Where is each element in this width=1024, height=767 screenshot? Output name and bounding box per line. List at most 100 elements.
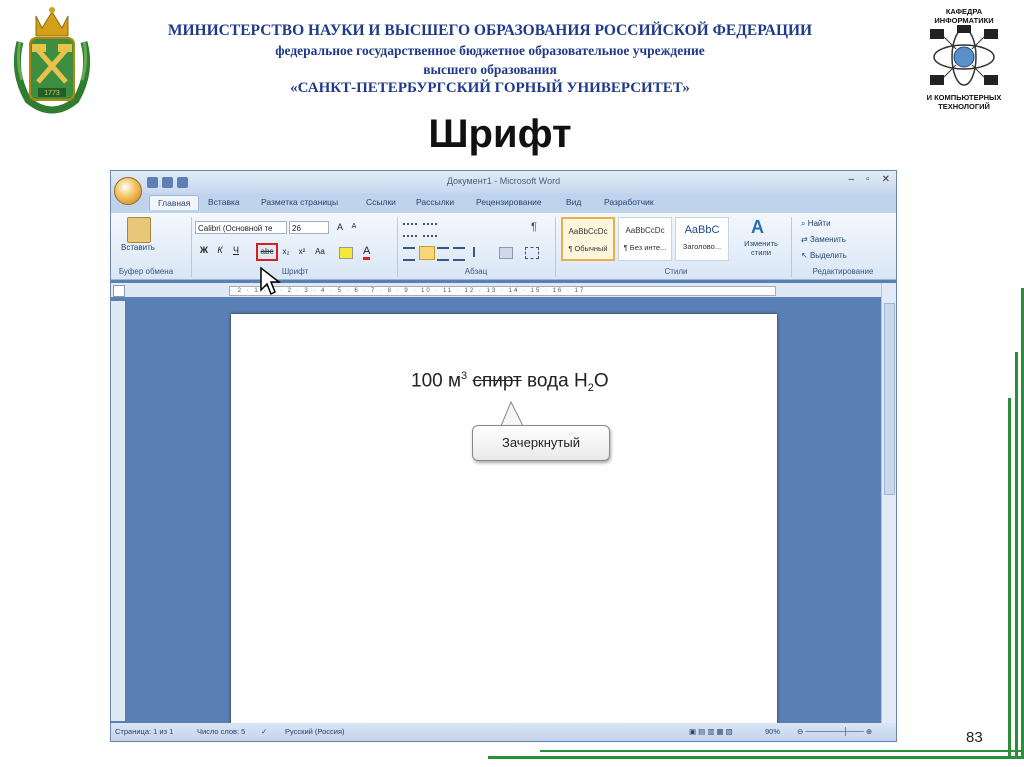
status-page[interactable]: Страница: 1 из 1: [115, 727, 173, 736]
binoculars-icon: ⌕: [801, 219, 808, 228]
department-logo: КАФЕДРА ИНФОРМАТИКИ И КОМПЬЮТЕРНЫХ ТЕХНО…: [918, 5, 1010, 115]
style-no-spacing-preview: AaBbCcDc: [625, 226, 665, 235]
ruler-scale: · 2 · 1 · 1 · 2 · 3 · 4 · 5 · 6 · 7 · 8 …: [229, 286, 776, 296]
editing-group-label: Редактирование: [812, 267, 874, 276]
borders-icon[interactable]: [525, 247, 539, 259]
slide-page-number: 83: [966, 729, 983, 746]
styles-group-label: Стили: [664, 267, 688, 276]
select-button[interactable]: ↖ Выделить: [801, 251, 847, 260]
grow-font-button[interactable]: A: [333, 220, 347, 234]
education-level: высшего образования: [423, 62, 557, 77]
tab-view[interactable]: Вид: [566, 197, 581, 207]
tab-developer[interactable]: Разработчик: [604, 197, 654, 207]
align-right-icon[interactable]: [437, 247, 449, 261]
select-label: Выделить: [809, 251, 847, 260]
zoom-slider[interactable]: ⊖ ───────┼─── ⊕: [797, 727, 872, 736]
justify-icon[interactable]: [453, 247, 465, 261]
underline-button[interactable]: Ч: [229, 243, 243, 257]
strikethrough-label: abc: [260, 247, 274, 256]
style-heading-preview: AaBbC: [684, 224, 720, 236]
slide-title: Шрифт: [428, 112, 572, 156]
style-heading[interactable]: AaBbC Заголово...: [675, 217, 729, 261]
replace-icon: ⇄: [801, 235, 810, 244]
find-button[interactable]: ⌕ Найти: [801, 219, 831, 229]
horizontal-ruler[interactable]: · 2 · 1 · 1 · 2 · 3 · 4 · 5 · 6 · 7 · 8 …: [111, 283, 896, 297]
office-button[interactable]: [114, 177, 142, 205]
word-window: Документ1 - Microsoft Word – ▫ ✕ Главная…: [110, 170, 897, 742]
line-spacing-icon[interactable]: [473, 247, 489, 257]
ribbon-tabs: Главная Вставка Разметка страницы Ссылки…: [111, 193, 896, 213]
italic-button[interactable]: К: [213, 243, 227, 257]
emblem-year: 1773: [44, 90, 60, 97]
font-size-combo[interactable]: 26: [289, 221, 329, 234]
style-no-spacing-name: ¶ Без инте...: [623, 243, 667, 252]
numbering-icon[interactable]: [423, 223, 437, 237]
bullets-icon[interactable]: [403, 223, 417, 237]
tab-review[interactable]: Рецензирование: [476, 197, 542, 207]
bold-button[interactable]: Ж: [197, 243, 211, 257]
ministry-heading: МИНИСТЕРСТВО НАУКИ И ВЫСШЕГО ОБРАЗОВАНИЯ…: [167, 22, 813, 39]
vertical-scrollbar[interactable]: [881, 283, 896, 723]
maximize-icon[interactable]: ▫: [866, 174, 870, 185]
doc-text-water: вода Н: [527, 370, 588, 392]
find-label: Найти: [807, 219, 831, 228]
document-text: 100 м3 спирт вода Н2О: [411, 370, 609, 394]
font-group-label: Шрифт: [281, 267, 309, 276]
zoom-level[interactable]: 90%: [765, 727, 780, 736]
font-color-icon[interactable]: A: [363, 246, 371, 260]
ruler-tab-selector[interactable]: [113, 285, 125, 297]
paste-button[interactable]: Вставить: [121, 243, 155, 252]
tab-mailings[interactable]: Рассылки: [416, 197, 454, 207]
style-no-spacing[interactable]: AaBbCcDc ¶ Без инте...: [618, 217, 672, 261]
tab-references[interactable]: Ссылки: [366, 197, 396, 207]
status-language[interactable]: Русский (Россия): [285, 727, 345, 736]
view-buttons[interactable]: ▣ ▤ ▥ ▦ ▧: [689, 727, 733, 736]
style-normal-name: ¶ Обычный: [568, 244, 608, 253]
superscript-button[interactable]: x²: [295, 245, 309, 259]
close-icon[interactable]: ✕: [882, 174, 890, 185]
style-normal[interactable]: AaBbCcDc ¶ Обычный: [561, 217, 615, 261]
document-page[interactable]: 100 м3 спирт вода Н2О Зачеркнутый: [231, 314, 777, 734]
show-marks-icon[interactable]: ¶: [531, 221, 537, 233]
align-center-icon[interactable]: [419, 246, 435, 260]
word-titlebar: Документ1 - Microsoft Word – ▫ ✕: [111, 171, 896, 193]
font-name-combo[interactable]: Calibri (Основной те: [195, 221, 287, 234]
callout-pointer: [500, 400, 524, 426]
subscript-button[interactable]: x₂: [279, 245, 293, 259]
shrink-font-button[interactable]: A: [347, 220, 361, 234]
status-bar: Страница: 1 из 1 Число слов: 5 ✓ Русский…: [111, 723, 896, 741]
department-logo-bottom-text: И КОМПЬЮТЕРНЫХ ТЕХНОЛОГИЙ: [926, 93, 1002, 111]
paste-icon[interactable]: [127, 217, 151, 243]
doc-text-strikethrough: спирт: [472, 370, 522, 392]
ribbon: Вставить Буфер обмена Calibri (Основной …: [111, 213, 896, 280]
change-case-button[interactable]: Aa: [313, 245, 327, 259]
window-controls: – ▫ ✕: [849, 174, 891, 185]
tab-insert[interactable]: Вставка: [208, 197, 240, 207]
spellcheck-icon[interactable]: ✓: [261, 727, 267, 736]
replace-button[interactable]: ⇄ Заменить: [801, 235, 846, 244]
scrollbar-thumb[interactable]: [884, 303, 895, 495]
replace-label: Заменить: [809, 235, 846, 244]
change-styles-button[interactable]: Изменить стили: [737, 239, 785, 257]
strikethrough-button[interactable]: abc: [256, 243, 278, 261]
minimize-icon[interactable]: –: [849, 174, 855, 185]
shading-icon[interactable]: [499, 247, 513, 259]
university-emblem-logo: 1773: [6, 2, 98, 114]
doc-text-oxygen: О: [593, 370, 609, 392]
paragraph-group-label: Абзац: [464, 267, 488, 276]
tab-page-layout[interactable]: Разметка страницы: [261, 197, 338, 207]
doc-text-volume: 100 м: [411, 370, 462, 392]
highlight-icon[interactable]: [339, 247, 353, 259]
word-title: Документ1 - Microsoft Word: [446, 176, 561, 186]
mouse-pointer-icon: [260, 266, 281, 296]
align-left-icon[interactable]: [403, 247, 415, 261]
tab-home[interactable]: Главная: [149, 195, 200, 210]
department-logo-top-text: КАФЕДРА ИНФОРМАТИКИ: [934, 7, 994, 25]
vertical-ruler: [111, 301, 125, 721]
status-words[interactable]: Число слов: 5: [197, 727, 245, 736]
select-icon: ↖: [801, 251, 810, 260]
style-heading-name: Заголово...: [682, 242, 722, 251]
strikethrough-callout: Зачеркнутый: [472, 425, 610, 461]
style-normal-preview: AaBbCcDc: [568, 227, 608, 236]
doc-text-cube: 3: [461, 370, 468, 382]
